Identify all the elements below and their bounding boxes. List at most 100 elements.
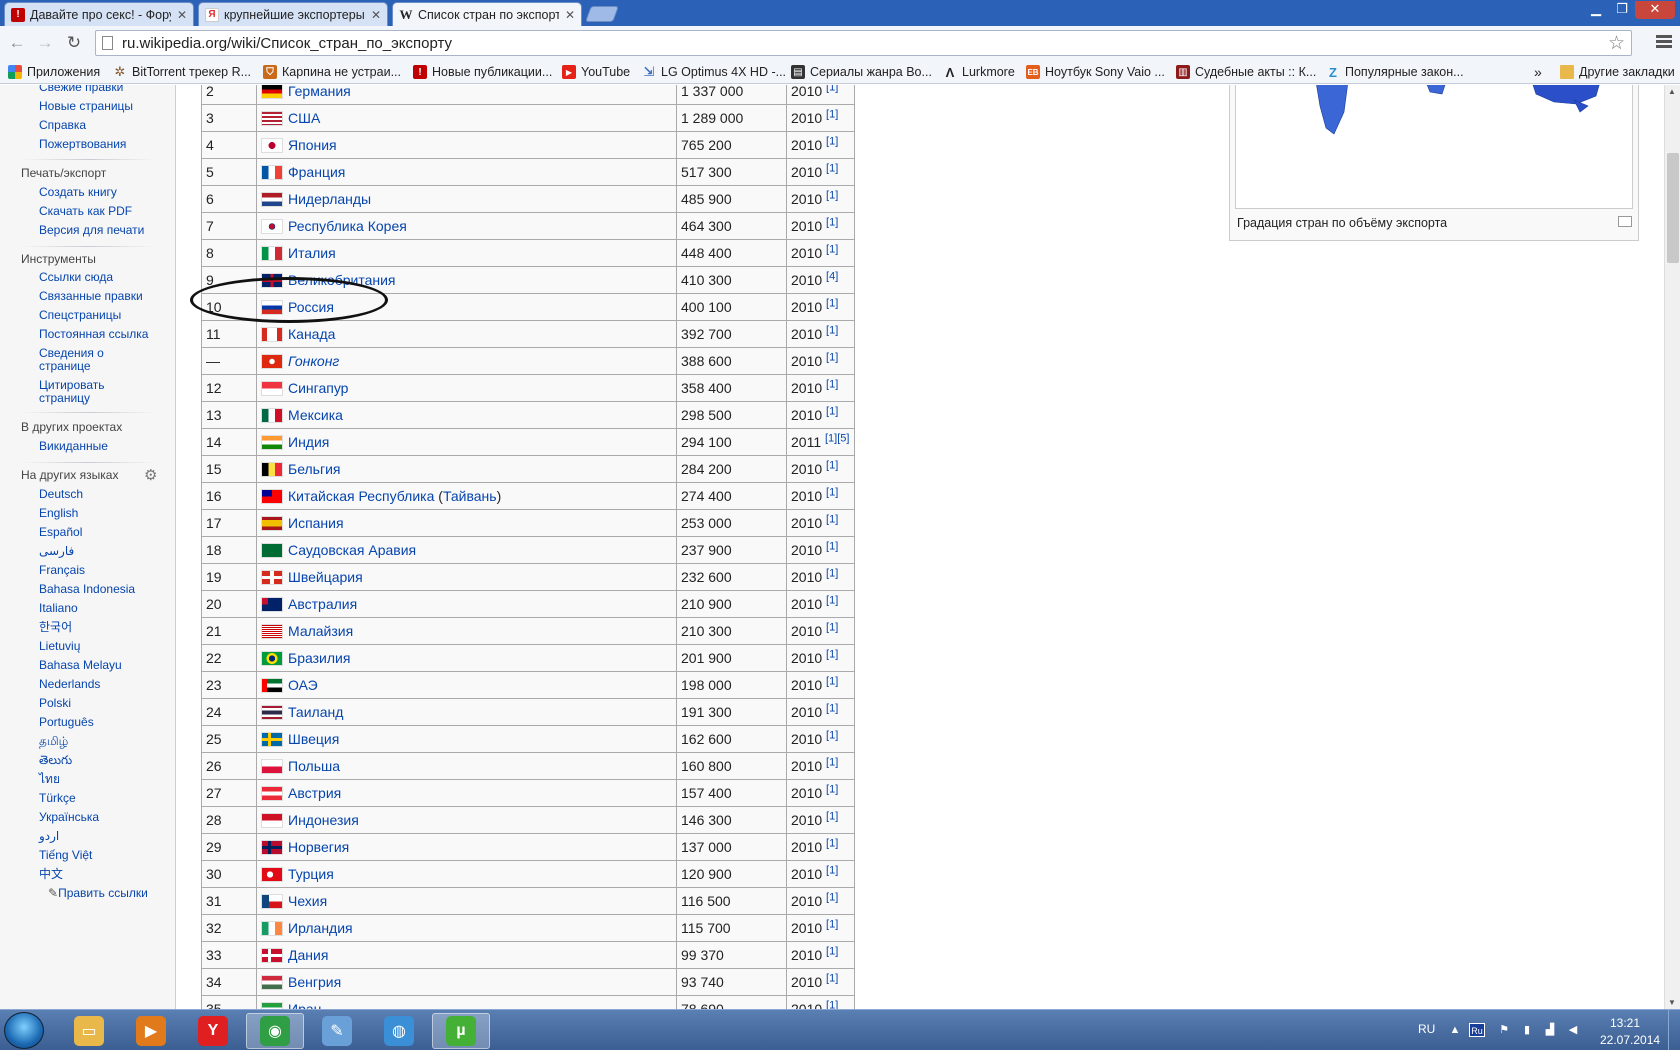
back-arrow-icon[interactable]: ←	[6, 32, 28, 54]
forward-arrow-icon[interactable]: →	[34, 32, 56, 54]
flag-icon[interactable]	[261, 948, 283, 964]
bookmark-court-acts[interactable]: ▥ Судебные акты :: К...	[1176, 63, 1316, 81]
flag-icon[interactable]	[261, 435, 283, 451]
language-link[interactable]: Português	[39, 716, 164, 729]
language-link[interactable]: Italiano	[39, 602, 164, 615]
bookmark-serials[interactable]: ▤ Сериалы жанра Во...	[791, 63, 932, 81]
reference-link[interactable]: [1]	[826, 324, 838, 336]
sidebar-link-help[interactable]: Справка	[39, 119, 164, 132]
flag-icon[interactable]	[261, 732, 283, 748]
flag-icon[interactable]	[261, 597, 283, 613]
taskbar-paint-button[interactable]: ✎	[308, 1013, 366, 1049]
country-link[interactable]: Россия	[288, 299, 334, 315]
taskbar-explorer-button[interactable]: ▭	[60, 1013, 118, 1049]
country-link[interactable]: Канада	[288, 326, 335, 342]
country-link[interactable]: Япония	[288, 137, 337, 153]
country-link[interactable]: Республика Корея	[288, 218, 407, 234]
country-link[interactable]: Швейцария	[288, 569, 363, 585]
language-link[interactable]: Bahasa Melayu	[39, 659, 164, 672]
country-link[interactable]: Иран	[288, 1001, 321, 1009]
bookmark-apps[interactable]: Приложения	[8, 63, 100, 81]
start-button[interactable]	[4, 1012, 44, 1049]
flag-icon[interactable]	[261, 1002, 283, 1009]
flag-icon[interactable]	[261, 678, 283, 694]
country-link[interactable]: Бразилия	[288, 650, 350, 666]
sidebar-link-new-pages[interactable]: Новые страницы	[39, 100, 164, 113]
country-link[interactable]: Италия	[288, 245, 336, 261]
reference-link[interactable]: [1]	[826, 486, 838, 498]
sidebar-link-page-info[interactable]: Сведения о странице	[39, 347, 119, 373]
enlarge-icon[interactable]	[1618, 216, 1632, 227]
language-link[interactable]: தமிழ்	[39, 735, 164, 748]
clock-time[interactable]: 13:21	[1610, 1016, 1640, 1030]
flag-icon[interactable]	[261, 165, 283, 181]
flag-icon[interactable]	[261, 489, 283, 505]
language-link[interactable]: Deutsch	[39, 488, 164, 501]
language-link[interactable]: Español	[39, 526, 164, 539]
taskbar-app-button[interactable]: ◍	[370, 1013, 428, 1049]
bookmark-popular-laws[interactable]: Z Популярные закон...	[1326, 63, 1464, 81]
country-link[interactable]: Австрия	[288, 785, 341, 801]
country-link[interactable]: Австралия	[288, 596, 357, 612]
scroll-up-arrow-icon[interactable]: ▲	[1668, 87, 1676, 96]
bookmarks-overflow-button[interactable]: »	[1534, 63, 1542, 81]
language-link[interactable]: Bahasa Indonesia	[39, 583, 164, 596]
reference-link[interactable]: [1]	[826, 729, 838, 741]
reference-link[interactable]: [1]	[826, 675, 838, 687]
country-link[interactable]: Сингапур	[288, 380, 348, 396]
close-icon[interactable]: ✕	[565, 8, 575, 22]
reference-link[interactable]: [1]	[826, 945, 838, 957]
country-link[interactable]: Швеция	[288, 731, 339, 747]
country-link[interactable]: Саудовская Аравия	[288, 542, 416, 558]
flag-icon[interactable]	[261, 543, 283, 559]
country-link[interactable]: ОАЭ	[288, 677, 318, 693]
sidebar-link-permalink[interactable]: Постоянная ссылка	[39, 328, 164, 341]
country-link[interactable]: Чехия	[288, 893, 327, 909]
flag-icon[interactable]	[261, 624, 283, 640]
sidebar-link-cite[interactable]: Цитировать страницу	[39, 379, 119, 405]
bookmark-bittorrent[interactable]: ✲ BitTorrent трекер R...	[113, 63, 251, 81]
sidebar-link-recent-changes[interactable]: Свежие правки	[39, 85, 164, 94]
reference-link[interactable]: [1]	[826, 756, 838, 768]
country-link[interactable]: Мексика	[288, 407, 343, 423]
window-close-icon[interactable]: ✕	[1635, 1, 1675, 19]
reference-link[interactable]: [1]	[826, 108, 838, 120]
flag-icon[interactable]	[261, 327, 283, 343]
country-link[interactable]: Польша	[288, 758, 340, 774]
language-link[interactable]: Українська	[39, 811, 164, 824]
clock-date[interactable]: 22.07.2014	[1600, 1033, 1660, 1047]
language-link[interactable]: Lietuvių	[39, 640, 164, 653]
taskbar-yandex-browser-button[interactable]: Y	[184, 1013, 242, 1049]
country-link[interactable]: Франция	[288, 164, 345, 180]
reload-icon[interactable]: ↻	[63, 32, 85, 54]
flag-icon[interactable]	[261, 246, 283, 262]
country-link[interactable]: Индонезия	[288, 812, 359, 828]
country-link[interactable]: Малайзия	[288, 623, 353, 639]
vertical-scrollbar[interactable]: ▲ ▼	[1664, 85, 1680, 1009]
language-link[interactable]: తెలుగు	[39, 754, 164, 767]
language-indicator[interactable]: RU	[1418, 1022, 1435, 1036]
sidebar-link-related-changes[interactable]: Связанные правки	[39, 290, 164, 303]
flag-icon[interactable]	[261, 894, 283, 910]
flag-icon[interactable]	[261, 786, 283, 802]
tray-lang-badge[interactable]: Ru	[1469, 1023, 1485, 1037]
reference-link[interactable]: [4]	[826, 270, 838, 282]
bookmark-karpina[interactable]: ⛉ Карпина не устраи...	[263, 63, 401, 81]
country-link[interactable]: США	[288, 110, 320, 126]
close-icon[interactable]: ✕	[371, 8, 381, 22]
volume-icon[interactable]: ◀	[1566, 1023, 1580, 1037]
reference-link[interactable]: [1]	[826, 378, 838, 390]
taskbar-media-player-button[interactable]: ▶	[122, 1013, 180, 1049]
flag-icon[interactable]	[261, 354, 283, 370]
reference-link[interactable]: [1]	[826, 621, 838, 633]
reference-link[interactable]: [1][5]	[825, 432, 849, 444]
language-link[interactable]: Français	[39, 564, 164, 577]
language-link[interactable]: English	[39, 507, 164, 520]
flag-icon[interactable]	[261, 381, 283, 397]
scrollbar-thumb[interactable]	[1667, 153, 1679, 263]
language-link[interactable]: Nederlands	[39, 678, 164, 691]
tray-expand-icon[interactable]: ▲	[1448, 1023, 1462, 1037]
language-link[interactable]: اردو	[39, 830, 164, 843]
sidebar-link-whatlinkshere[interactable]: Ссылки сюда	[39, 271, 164, 284]
country-link[interactable]: Индия	[288, 434, 329, 450]
